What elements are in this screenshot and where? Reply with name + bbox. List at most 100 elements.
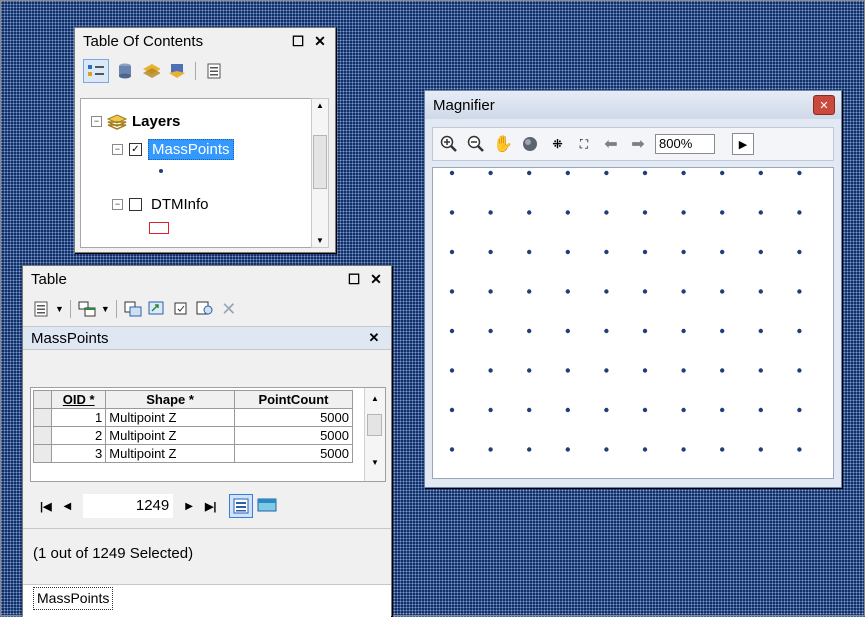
magnifier-menu-arrow-icon[interactable]: ▶ (732, 133, 754, 155)
show-all-records-icon[interactable] (228, 494, 253, 518)
scroll-down-icon[interactable]: ▼ (371, 458, 379, 467)
magnified-point (565, 289, 570, 294)
magnified-point (681, 249, 686, 255)
delete-selected-icon[interactable]: ✕ (219, 299, 239, 319)
magnified-point (642, 407, 648, 413)
scroll-up-icon[interactable]: ▲ (316, 101, 324, 110)
toc-titlebar[interactable]: Table Of Contents ☐ ✕ (75, 28, 335, 54)
full-extent-icon[interactable] (520, 134, 540, 154)
table-titlebar[interactable]: Table ☐ ✕ (23, 266, 391, 292)
cell-oid[interactable]: 1 (51, 408, 107, 427)
select-by-attributes-icon[interactable] (123, 299, 143, 319)
magnified-point (488, 368, 493, 373)
cell-shape[interactable]: Multipoint Z (105, 444, 235, 463)
toc-root-row[interactable]: − Layers (91, 113, 180, 130)
point-symbol-icon (159, 169, 163, 173)
zoom-out-icon[interactable] (466, 134, 486, 154)
cell-shape[interactable]: Multipoint Z (105, 408, 235, 427)
layer-visibility-checkbox[interactable] (129, 198, 142, 211)
magnified-point (565, 249, 570, 255)
magnified-point (527, 368, 532, 373)
forward-icon[interactable]: ➡ (628, 134, 648, 154)
table-scrollbar[interactable]: ▲ ▼ (364, 388, 385, 481)
toc-scrollbar[interactable]: ▲ ▼ (311, 98, 329, 248)
magnified-point (681, 328, 686, 334)
magnifier-close-button[interactable]: ✕ (813, 95, 835, 115)
magnifier-view[interactable] (432, 167, 834, 479)
magnified-point (797, 407, 802, 413)
previous-record-icon[interactable]: ◀ (64, 501, 72, 512)
magnified-point (642, 249, 648, 255)
chevron-down-icon[interactable]: ▼ (55, 304, 64, 314)
column-header-oid[interactable]: OID * (51, 390, 107, 409)
pan-icon[interactable]: ✋ (493, 134, 513, 154)
fixed-zoom-in-icon[interactable]: ⁜ (547, 134, 567, 154)
table-row[interactable]: 3 Multipoint Z 5000 (32, 444, 354, 463)
switch-selection-icon[interactable] (147, 299, 167, 319)
magnified-point (449, 289, 455, 294)
toc-layer-row-dtminfo[interactable]: − DTMInfo (112, 195, 212, 214)
toc-float-button[interactable]: ☐ (289, 32, 307, 50)
magnified-point (449, 210, 455, 215)
collapse-icon[interactable]: − (112, 144, 123, 155)
scroll-thumb[interactable] (313, 135, 327, 189)
table-row[interactable]: 2 Multipoint Z 5000 (32, 426, 354, 445)
table-options-icon[interactable] (31, 299, 51, 319)
related-tables-icon[interactable] (77, 299, 97, 319)
cell-oid[interactable]: 3 (51, 444, 107, 463)
list-by-visibility-icon[interactable] (141, 61, 161, 81)
zoom-to-selected-icon[interactable] (195, 299, 215, 319)
row-selector[interactable] (32, 444, 53, 463)
table-close-button[interactable]: ✕ (367, 270, 385, 288)
collapse-icon[interactable]: − (112, 199, 123, 210)
list-by-drawing-order-icon[interactable] (83, 59, 109, 83)
row-selector-header[interactable] (32, 390, 53, 409)
last-record-icon[interactable]: ▶| (205, 500, 217, 513)
layer-name-masspoints[interactable]: MassPoints (148, 139, 234, 160)
scroll-thumb[interactable] (367, 414, 382, 436)
collapse-icon[interactable]: − (91, 116, 102, 127)
column-header-shape[interactable]: Shape * (105, 390, 235, 409)
bottom-tab-masspoints[interactable]: MassPoints (33, 587, 114, 610)
toc-close-button[interactable]: ✕ (311, 32, 329, 50)
scroll-up-icon[interactable]: ▲ (371, 394, 379, 403)
cell-oid[interactable]: 2 (51, 426, 107, 445)
row-selector[interactable] (32, 408, 53, 427)
list-by-source-icon[interactable] (115, 61, 135, 81)
first-record-icon[interactable]: |◀ (40, 500, 52, 513)
options-icon[interactable] (204, 61, 224, 81)
record-number-field[interactable]: 1249 (83, 494, 174, 518)
magnified-point (797, 289, 802, 294)
clear-selection-icon[interactable] (171, 299, 191, 319)
magnifier-titlebar[interactable]: Magnifier ✕ (425, 91, 841, 119)
list-by-selection-icon[interactable] (167, 61, 187, 81)
magnified-point (449, 249, 455, 255)
layer-visibility-checkbox[interactable]: ✓ (129, 143, 142, 156)
chevron-down-icon[interactable]: ▼ (101, 304, 110, 314)
zoom-level-field[interactable]: 800% (655, 134, 715, 154)
table-float-button[interactable]: ☐ (345, 270, 363, 288)
magnified-point (565, 210, 570, 215)
zoom-in-icon[interactable] (439, 134, 459, 154)
cell-pointcount[interactable]: 5000 (233, 444, 354, 463)
toc-layer-row-masspoints[interactable]: − ✓ MassPoints (112, 139, 234, 160)
record-navigation-bar: |◀ ◀ 1249 ▶ ▶| (30, 487, 386, 525)
cell-pointcount[interactable]: 5000 (233, 426, 354, 445)
table-tab-close-button[interactable]: ✕ (365, 329, 383, 347)
next-record-icon[interactable]: ▶ (185, 501, 193, 512)
table-row[interactable]: 1 Multipoint Z 5000 (32, 408, 354, 427)
magnified-point (604, 289, 609, 294)
fixed-zoom-out-icon[interactable]: ⛶ (574, 134, 594, 154)
scroll-down-icon[interactable]: ▼ (316, 236, 324, 245)
row-selector[interactable] (32, 426, 53, 445)
magnified-point (681, 289, 686, 294)
back-icon[interactable]: ⬅ (601, 134, 621, 154)
cell-pointcount[interactable]: 5000 (233, 408, 354, 427)
cell-shape[interactable]: Multipoint Z (105, 426, 235, 445)
column-header-pointcount[interactable]: PointCount (233, 390, 354, 409)
layer-name-dtminfo[interactable]: DTMInfo (148, 195, 212, 214)
magnified-point (604, 249, 609, 255)
table-bottom-tabs: MassPoints (23, 584, 391, 617)
toc-toolbar-separator (195, 62, 196, 80)
show-selected-records-icon[interactable] (257, 498, 277, 515)
